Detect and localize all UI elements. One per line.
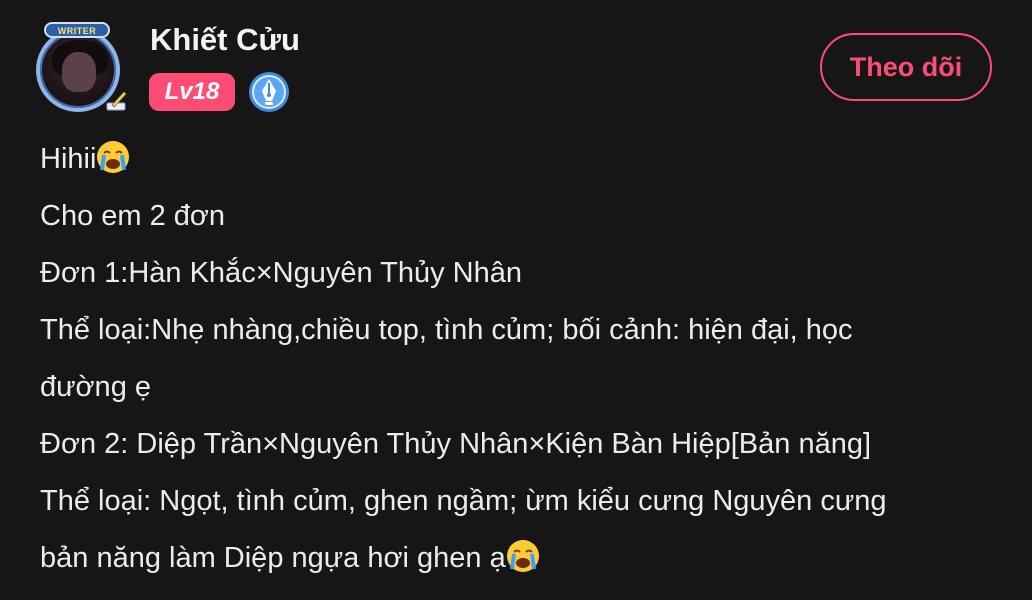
- post-line: Đơn 1:Hàn Khắc×Nguyên Thủy Nhân: [40, 257, 522, 289]
- post-content: Hihii Cho em 2 đơn Đơn 1:Hàn Khắc×Nguyên…: [40, 131, 990, 587]
- post-line: đường ẹ: [40, 371, 152, 403]
- post-line: bản năng làm Diệp ngựa hơi ghen ạ: [40, 530, 990, 587]
- post-line: Thể loại:Nhẹ nhàng,chiều top, tình củm; …: [40, 314, 853, 346]
- post-line: Cho em 2 đơn: [40, 200, 226, 232]
- post-line: Đơn 2: Diệp Trần×Nguyên Thủy Nhân×Kiện B…: [40, 428, 872, 460]
- quill-icon: [106, 91, 127, 111]
- avatar[interactable]: WRITER: [30, 20, 130, 116]
- crying-face-icon: [506, 540, 539, 573]
- crying-face-icon: [97, 141, 130, 174]
- post-line: Hihii: [40, 131, 990, 188]
- avatar-writer-badge: WRITER: [44, 22, 110, 38]
- follow-button[interactable]: Theo dõi: [820, 33, 992, 101]
- fountain-pen-icon: [249, 72, 289, 112]
- post-line: Thể loại: Ngọt, tình củm, ghen ngầm; ừm …: [40, 485, 887, 517]
- author-name[interactable]: Khiết Cửu: [150, 22, 300, 58]
- level-badge: Lv18: [149, 73, 235, 111]
